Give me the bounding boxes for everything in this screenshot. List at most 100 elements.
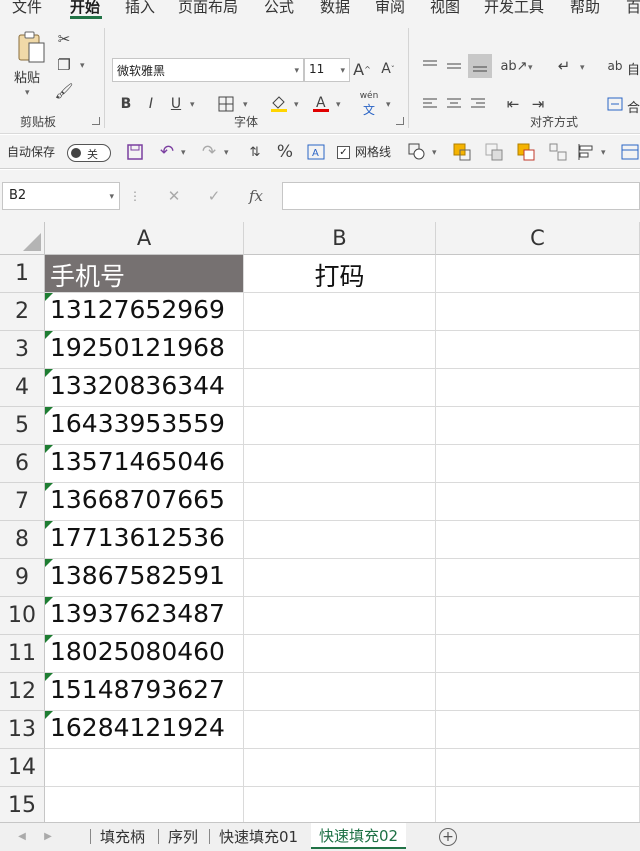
bring-forward-icon[interactable] bbox=[452, 142, 472, 162]
chevron-down-icon[interactable]: ▾ bbox=[528, 63, 533, 73]
phone-cell[interactable]: 15148793627 bbox=[45, 673, 244, 711]
gridlines-checkbox[interactable]: ✓ bbox=[337, 146, 350, 159]
orientation-icon[interactable]: ab↗ bbox=[500, 56, 527, 76]
increase-font-icon[interactable]: A ^ bbox=[352, 58, 372, 80]
more-commands-icon[interactable] bbox=[620, 142, 640, 162]
select-all-corner[interactable] bbox=[0, 222, 45, 255]
row-header[interactable]: 13 bbox=[0, 711, 45, 749]
align-top-icon[interactable] bbox=[420, 56, 440, 76]
sheet-tab-flash-fill-02[interactable]: 快速填充02 bbox=[311, 823, 407, 849]
tab-insert[interactable]: 插入 bbox=[125, 0, 155, 17]
autosave-toggle[interactable]: 关 bbox=[67, 144, 111, 162]
clipboard-launcher-icon[interactable] bbox=[92, 117, 100, 125]
wrap-indent-icon[interactable]: ↵ bbox=[554, 56, 574, 76]
chevron-down-icon[interactable]: ▾ bbox=[190, 100, 195, 110]
undo-icon[interactable]: ↶ bbox=[156, 142, 178, 162]
sort-icon[interactable]: ⇅ bbox=[245, 142, 265, 162]
selection-pane-icon[interactable] bbox=[548, 142, 568, 162]
row-header[interactable]: 12 bbox=[0, 673, 45, 711]
align-middle-icon[interactable] bbox=[444, 56, 464, 76]
cell[interactable] bbox=[244, 787, 436, 825]
cell[interactable] bbox=[436, 331, 640, 369]
add-sheet-icon[interactable]: + bbox=[439, 828, 457, 846]
phone-cell[interactable]: 18025080460 bbox=[45, 635, 244, 673]
text-box-icon[interactable]: A bbox=[305, 142, 327, 162]
chevron-down-icon[interactable]: ▾ bbox=[386, 100, 391, 110]
phone-cell[interactable]: 16433953559 bbox=[45, 407, 244, 445]
phone-cell[interactable]: 17713612536 bbox=[45, 521, 244, 559]
cell[interactable] bbox=[436, 597, 640, 635]
name-box[interactable]: B2 ▾ bbox=[2, 182, 120, 210]
cell[interactable] bbox=[436, 673, 640, 711]
phone-cell[interactable]: 13571465046 bbox=[45, 445, 244, 483]
format-painter-icon[interactable]: 🖌 bbox=[54, 82, 73, 100]
percent-style-button[interactable]: % bbox=[275, 142, 295, 162]
chevron-down-icon[interactable]: ▾ bbox=[294, 100, 299, 110]
cell[interactable] bbox=[45, 749, 244, 787]
tab-file[interactable]: 文件 bbox=[12, 0, 42, 17]
bold-button[interactable]: B bbox=[118, 94, 134, 114]
cut-icon[interactable]: ✂ bbox=[55, 30, 73, 48]
align-bottom-icon[interactable] bbox=[468, 54, 492, 78]
row-header[interactable]: 6 bbox=[0, 445, 45, 483]
font-color-icon[interactable]: A bbox=[310, 92, 332, 114]
chevron-down-icon[interactable]: ▾ bbox=[181, 148, 186, 158]
cell[interactable] bbox=[244, 673, 436, 711]
decrease-font-icon[interactable]: Aˇ bbox=[378, 58, 398, 80]
phone-cell[interactable]: 13867582591 bbox=[45, 559, 244, 597]
cell[interactable] bbox=[436, 369, 640, 407]
scroll-right-icon[interactable]: ▶ bbox=[42, 829, 54, 843]
cell[interactable] bbox=[436, 521, 640, 559]
shapes-icon[interactable] bbox=[406, 142, 428, 162]
merge-center-label[interactable]: 合 bbox=[627, 97, 640, 116]
row-header[interactable]: 3 bbox=[0, 331, 45, 369]
align-objects-icon[interactable] bbox=[576, 142, 596, 162]
increase-indent-icon[interactable]: ⇥ bbox=[528, 94, 548, 114]
cell[interactable] bbox=[436, 407, 640, 445]
tab-review[interactable]: 审阅 bbox=[375, 0, 405, 17]
tab-home[interactable]: 开始 bbox=[70, 0, 100, 17]
phone-cell[interactable]: 13127652969 bbox=[45, 293, 244, 331]
phone-cell[interactable]: 13320836344 bbox=[45, 369, 244, 407]
row-header[interactable]: 1 bbox=[0, 255, 45, 293]
row-header[interactable]: 11 bbox=[0, 635, 45, 673]
cell[interactable] bbox=[436, 635, 640, 673]
cell[interactable] bbox=[244, 407, 436, 445]
wrap-text-label[interactable]: 自 bbox=[627, 59, 640, 78]
header-cell-phone[interactable]: 手机号 bbox=[45, 255, 244, 293]
cell[interactable] bbox=[436, 711, 640, 749]
cell[interactable] bbox=[244, 483, 436, 521]
cell[interactable] bbox=[436, 749, 640, 787]
cell[interactable] bbox=[436, 255, 640, 293]
group-objects-icon[interactable] bbox=[516, 142, 536, 162]
sheet-tab-series[interactable]: 序列 bbox=[168, 826, 198, 847]
copy-icon[interactable]: ❐ bbox=[55, 56, 73, 74]
copy-dropdown-icon[interactable]: ▾ bbox=[80, 61, 85, 71]
chevron-down-icon[interactable]: ▾ bbox=[580, 63, 585, 73]
insert-function-button[interactable]: fx bbox=[245, 186, 267, 206]
cell[interactable] bbox=[244, 635, 436, 673]
row-header[interactable]: 4 bbox=[0, 369, 45, 407]
phone-cell[interactable]: 19250121968 bbox=[45, 331, 244, 369]
row-header[interactable]: 9 bbox=[0, 559, 45, 597]
save-icon[interactable] bbox=[125, 142, 145, 162]
phonetic-guide-icon[interactable]: wén 文 bbox=[356, 91, 382, 117]
chevron-down-icon[interactable]: ▾ bbox=[109, 192, 114, 202]
paste-dropdown-icon[interactable]: ▾ bbox=[25, 88, 30, 98]
chevron-down-icon[interactable]: ▾ bbox=[601, 148, 606, 158]
underline-button[interactable]: U bbox=[168, 94, 184, 114]
chevron-down-icon[interactable]: ▾ bbox=[243, 100, 248, 110]
font-name-box[interactable]: 微软雅黑 ▾ bbox=[112, 58, 304, 82]
tab-data[interactable]: 数据 bbox=[320, 0, 350, 17]
column-header-c[interactable]: C bbox=[436, 222, 640, 255]
font-launcher-icon[interactable] bbox=[396, 117, 404, 125]
cell[interactable] bbox=[244, 711, 436, 749]
decrease-indent-icon[interactable]: ⇤ bbox=[503, 94, 523, 114]
font-size-box[interactable]: 11 ▾ bbox=[304, 58, 350, 82]
cell[interactable] bbox=[244, 597, 436, 635]
formula-input[interactable] bbox=[282, 182, 640, 210]
chevron-down-icon[interactable]: ▾ bbox=[340, 66, 345, 76]
wrap-text-icon[interactable]: ab bbox=[606, 56, 624, 76]
chevron-down-icon[interactable]: ▾ bbox=[294, 66, 299, 76]
cell[interactable] bbox=[436, 787, 640, 825]
